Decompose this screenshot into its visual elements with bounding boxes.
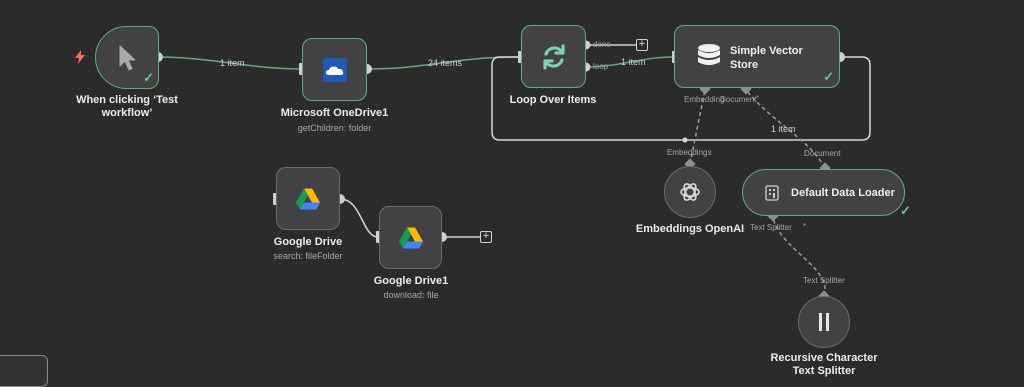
onedrive-node[interactable]: [302, 38, 367, 101]
document-input-label: Document: [804, 149, 841, 158]
loop-output-loop-label: loop: [593, 62, 609, 71]
embeddings-openai-node[interactable]: [664, 166, 716, 218]
edge-label: 24 items: [428, 58, 463, 68]
text-splitter-node[interactable]: [798, 296, 850, 348]
success-check-icon: ✓: [823, 69, 834, 84]
google-drive1-node[interactable]: [379, 206, 442, 269]
google-drive-icon: [296, 188, 320, 209]
loop-output-done-label: done: [593, 40, 611, 49]
success-check-icon: ✓: [143, 70, 154, 85]
document-icon: [765, 185, 779, 201]
default-data-loader-node[interactable]: Default Data Loader: [742, 169, 905, 216]
edge-gdrive-gdrive1[interactable]: [339, 198, 379, 238]
loop-node-label: Loop Over Items: [509, 94, 597, 106]
canvas-controls-panel[interactable]: [0, 355, 48, 387]
lightning-bolt-icon: [75, 50, 85, 64]
text-splitter-node-label: Recursive Character Text Splitter: [770, 352, 878, 377]
onedrive-icon: [322, 57, 347, 82]
vector-store-node[interactable]: Simple Vector Store ✓: [674, 25, 840, 88]
trigger-node[interactable]: ✓: [95, 26, 159, 89]
add-node-button[interactable]: +: [480, 231, 492, 243]
required-marker: *: [756, 94, 760, 103]
google-drive-icon: [398, 227, 423, 248]
google-drive-node[interactable]: [276, 167, 340, 230]
pause-icon: [819, 313, 829, 331]
onedrive-node-subtitle: getChildren: folder: [297, 123, 372, 133]
embedding-port-label: Embedding: [684, 95, 725, 104]
success-check-icon: ✓: [900, 203, 911, 218]
database-icon: [698, 44, 720, 65]
edge-label: 1 item: [220, 58, 245, 68]
vector-store-title: Simple Vector Store: [730, 45, 803, 71]
cursor-icon: [119, 45, 136, 70]
embeddings-port-label: Embeddings: [667, 148, 712, 157]
data-loader-title: Default Data Loader: [791, 187, 895, 199]
text-splitter-input-label: Text Splitter: [803, 276, 845, 285]
openai-icon: [680, 183, 700, 201]
onedrive-node-label: Microsoft OneDrive1: [280, 107, 389, 119]
google-drive1-node-label: Google Drive1: [373, 275, 449, 287]
google-drive-node-label: Google Drive: [273, 236, 343, 248]
embeddings-node-label: Embeddings OpenAI: [635, 223, 745, 235]
edge-label: 1 item: [771, 124, 796, 134]
google-drive1-node-subtitle: download: file: [383, 290, 439, 300]
edge-label: 1 item: [621, 57, 646, 67]
required-marker: *: [803, 222, 807, 231]
text-splitter-port-label: Text Splitter: [750, 223, 792, 232]
add-node-button[interactable]: +: [636, 39, 648, 51]
google-drive-node-subtitle: search: fileFolder: [273, 251, 343, 261]
document-port-label: Document: [720, 95, 757, 104]
trigger-node-label: When clicking ‘Test workflow’: [76, 94, 178, 119]
loop-over-items-node[interactable]: [521, 25, 586, 88]
workflow-canvas[interactable]: 1 item 24 items 1 item 1 item done loop …: [0, 0, 1024, 387]
refresh-icon: [542, 43, 565, 70]
